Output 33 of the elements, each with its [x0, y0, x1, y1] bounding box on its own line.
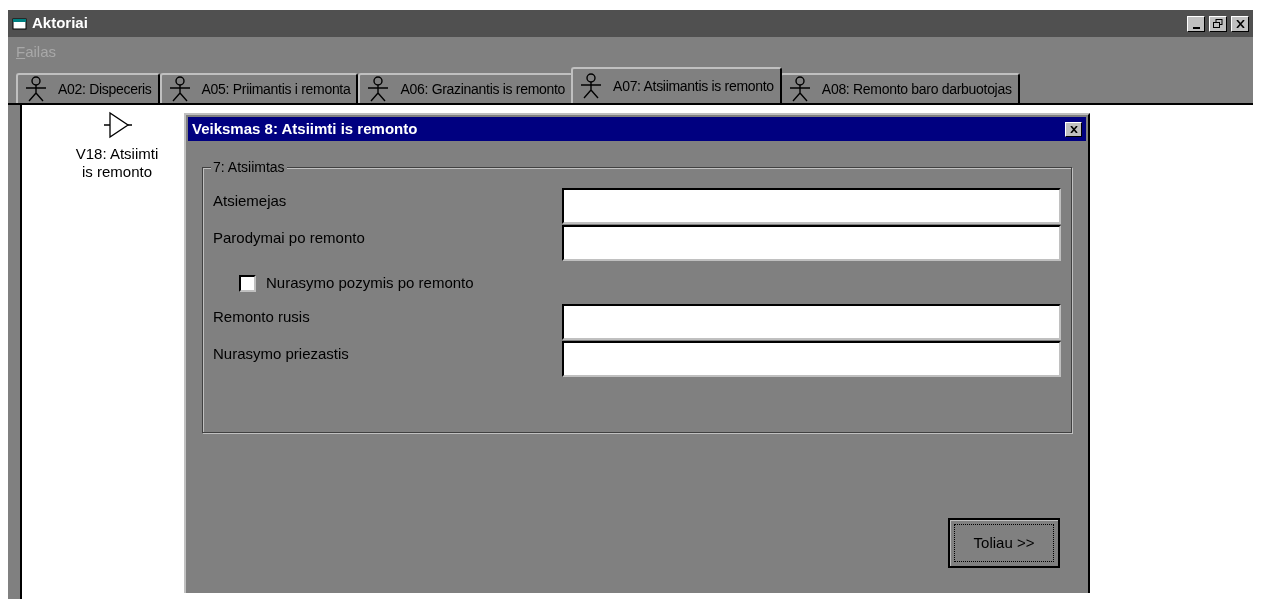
- close-button[interactable]: [1065, 121, 1082, 137]
- field-label: Nurasymo priezastis: [213, 344, 350, 364]
- stick-figure-icon: [24, 76, 48, 102]
- checkbox[interactable]: [239, 274, 256, 292]
- action-node-icon: [102, 111, 132, 139]
- field-label: Atsiemejas: [213, 191, 288, 211]
- next-button[interactable]: Toliau >>: [948, 518, 1060, 568]
- tab[interactable]: A07: Atsiimantis is remonto: [571, 67, 782, 103]
- minimize-button[interactable]: [1187, 15, 1205, 32]
- input-field[interactable]: [562, 225, 1061, 261]
- close-button[interactable]: [1231, 15, 1249, 32]
- window-icon: [12, 16, 28, 31]
- input-field[interactable]: [562, 341, 1061, 377]
- tab[interactable]: A02: Dispeceris: [16, 73, 160, 103]
- input-field[interactable]: [562, 304, 1061, 340]
- field-label: Remonto rusis: [213, 307, 311, 327]
- restore-icon: [1213, 19, 1223, 28]
- restore-button[interactable]: [1209, 15, 1227, 32]
- tab[interactable]: A08: Remonto baro darbuotojas: [779, 73, 1020, 103]
- tab[interactable]: A06: Grazinantis is remonto: [358, 73, 574, 103]
- window-title: Aktoriai: [32, 13, 89, 34]
- tab[interactable]: A05: Priimantis i remonta: [159, 73, 359, 103]
- stick-figure-icon: [787, 76, 812, 102]
- dialog-title: Veiksmas 8: Atsiimti is remonto: [192, 118, 419, 139]
- node-label[interactable]: V18: Atsiimti is remonto: [72, 145, 162, 181]
- close-icon: [1235, 19, 1245, 28]
- field-label: Parodymai po remonto: [213, 228, 366, 248]
- stick-figure-icon: [366, 76, 391, 102]
- input-field[interactable]: [562, 188, 1061, 224]
- close-icon: [1069, 125, 1078, 133]
- stick-figure-icon: [579, 73, 604, 99]
- stick-figure-icon: [167, 76, 192, 102]
- checkbox-label: Nurasymo pozymis po remonto: [266, 272, 474, 293]
